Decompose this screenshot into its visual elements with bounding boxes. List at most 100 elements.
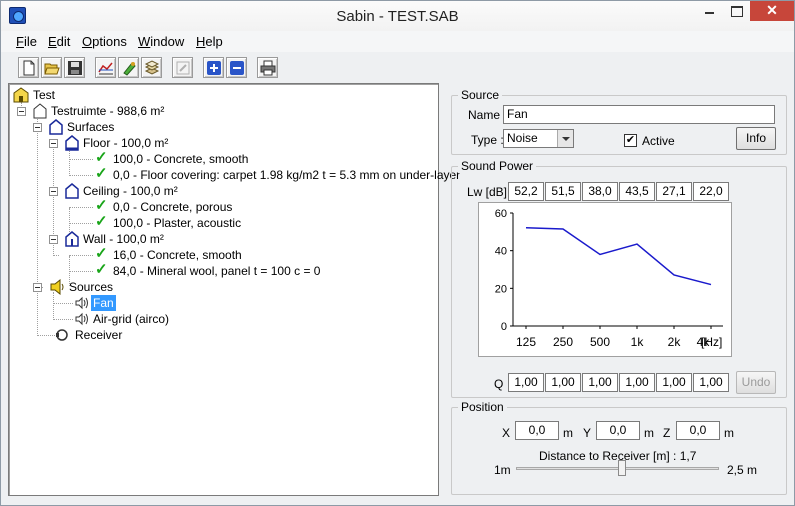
- tree-expander-surfaces[interactable]: [33, 123, 42, 132]
- minimize-button[interactable]: [696, 1, 723, 21]
- check-icon: ✓: [95, 149, 108, 166]
- graph-button[interactable]: [95, 57, 116, 78]
- project-tree[interactable]: Test Testruimte - 988,6 m² Surfaces Floo…: [8, 83, 460, 496]
- chart-y-tick-label: 40: [495, 246, 507, 258]
- chart-y-tick-label: 0: [501, 321, 507, 333]
- lw-field-4k[interactable]: 22,0: [693, 182, 729, 201]
- tree-expander-wall[interactable]: [49, 235, 58, 244]
- position-y-field[interactable]: 0,0: [596, 421, 640, 440]
- floor-icon: [65, 135, 79, 151]
- check-icon: ✓: [95, 197, 108, 214]
- sound-power-chart-svg: 0204060125 250 500 1k 2k 4k[Hz]: [495, 208, 723, 349]
- save-button[interactable]: [64, 57, 85, 78]
- info-button[interactable]: Info: [736, 127, 776, 150]
- menu-file[interactable]: File: [16, 34, 37, 49]
- printer-icon: [260, 60, 276, 76]
- source-name-field[interactable]: Fan: [503, 105, 775, 124]
- tree-expander-sources[interactable]: [33, 283, 42, 292]
- chart-x-tick-label: 500: [590, 335, 610, 349]
- layers-button[interactable]: [141, 57, 162, 78]
- check-icon: ✓: [95, 261, 108, 278]
- check-icon: ✓: [95, 165, 108, 182]
- check-icon: ✓: [95, 213, 108, 230]
- q-field-2k[interactable]: 1,00: [656, 373, 692, 392]
- open-folder-icon: [44, 63, 60, 75]
- z-unit-label: m: [724, 426, 734, 440]
- lw-field-2k[interactable]: 27,1: [656, 182, 692, 201]
- lw-label: Lw [dB]: [467, 185, 508, 199]
- chart-x-tick-label: 125: [516, 335, 536, 349]
- q-field-125[interactable]: 1,00: [508, 373, 544, 392]
- ceiling-icon: [65, 183, 79, 199]
- plus-icon: [207, 61, 221, 75]
- q-field-500[interactable]: 1,00: [582, 373, 618, 392]
- lw-field-250[interactable]: 51,5: [545, 182, 581, 201]
- remove-button[interactable]: [226, 57, 247, 78]
- add-button[interactable]: [203, 57, 224, 78]
- layers-icon: [144, 60, 160, 75]
- new-file-button[interactable]: [18, 57, 39, 78]
- lw-field-1k[interactable]: 43,5: [619, 182, 655, 201]
- q-field-4k[interactable]: 1,00: [693, 373, 729, 392]
- chart-y-tick-label: 20: [495, 283, 507, 295]
- type-label: Type :: [471, 133, 504, 147]
- chart-y-tick-label: 60: [495, 208, 507, 220]
- slider-max-label: 2,5 m: [727, 463, 758, 477]
- menu-bar: File Edit Options Window Help: [1, 31, 794, 52]
- z-label: Z: [663, 426, 671, 440]
- print-button[interactable]: [257, 57, 278, 78]
- close-button[interactable]: ✕: [750, 1, 794, 21]
- distance-slider-thumb[interactable]: [617, 460, 626, 476]
- wall-icon: [65, 231, 79, 247]
- menu-options[interactable]: Options: [82, 34, 127, 49]
- chart-series-line: [525, 226, 712, 286]
- open-file-button[interactable]: [41, 57, 62, 78]
- source-type-select[interactable]: Noise: [503, 129, 574, 148]
- tree-expander-floor[interactable]: [49, 139, 58, 148]
- q-field-1k[interactable]: 1,00: [619, 373, 655, 392]
- toolbar: [1, 53, 794, 83]
- y-unit-label: m: [644, 426, 654, 440]
- menu-help[interactable]: Help: [196, 34, 223, 49]
- q-label: Q: [494, 377, 504, 391]
- sound-power-chart: 0 20 40 60 125 250 500 1k 2k 4k [Hz]: [478, 202, 732, 357]
- new-file-icon: [23, 60, 35, 76]
- tree-expander-ceiling[interactable]: [49, 187, 58, 196]
- lw-field-500[interactable]: 38,0: [582, 182, 618, 201]
- chart-x-tick-label: 1k: [631, 335, 645, 349]
- position-z-field[interactable]: 0,0: [676, 421, 720, 440]
- menu-window[interactable]: Window: [138, 34, 184, 49]
- undo-button[interactable]: Undo: [736, 371, 776, 394]
- graph-icon: [98, 62, 113, 75]
- maximize-button[interactable]: [723, 1, 750, 21]
- receiver-icon: [56, 329, 68, 341]
- active-checkbox[interactable]: ✔: [624, 134, 637, 147]
- position-x-field[interactable]: 0,0: [515, 421, 559, 440]
- name-label: Name :: [468, 108, 507, 122]
- chart-x-tick-label: 250: [553, 335, 573, 349]
- tree-expander-room[interactable]: [17, 107, 26, 116]
- edit-button[interactable]: [172, 57, 193, 78]
- brush-icon: [123, 62, 136, 76]
- active-label: Active: [642, 134, 675, 148]
- q-field-250[interactable]: 1,00: [545, 373, 581, 392]
- chart-x-unit-label: [Hz]: [701, 335, 722, 349]
- chevron-down-icon: [557, 130, 573, 147]
- title-bar[interactable]: Sabin - TEST.SAB ✕: [1, 1, 794, 31]
- check-icon: ✓: [95, 245, 108, 262]
- sound-source-icon: [75, 312, 88, 326]
- x-unit-label: m: [563, 426, 573, 440]
- app-window: Sabin - TEST.SAB ✕ File Edit Options Win…: [0, 0, 795, 506]
- edit-icon: [176, 61, 190, 75]
- y-label: Y: [583, 426, 592, 440]
- speaker-icon: [50, 279, 64, 295]
- minus-icon: [230, 61, 244, 75]
- lw-field-125[interactable]: 52,2: [508, 182, 544, 201]
- sound-source-icon: [75, 296, 88, 310]
- window-title: Sabin - TEST.SAB: [336, 8, 459, 25]
- chart-x-tick-label: 2k: [668, 335, 682, 349]
- menu-edit[interactable]: Edit: [48, 34, 70, 49]
- room-icon: [33, 103, 47, 119]
- slider-min-label: 1m: [494, 463, 511, 477]
- materials-button[interactable]: [118, 57, 139, 78]
